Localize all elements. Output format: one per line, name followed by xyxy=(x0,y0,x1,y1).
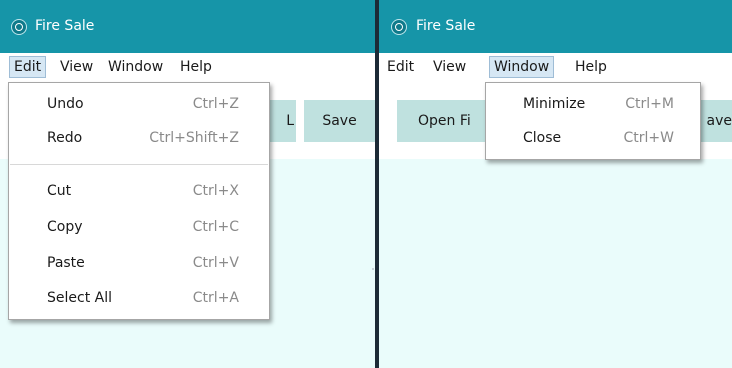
menu-view[interactable]: View xyxy=(429,56,470,78)
menu-edit[interactable]: Edit xyxy=(383,56,418,78)
menu-item-shortcut: Ctrl+M xyxy=(625,96,674,112)
menu-item-label: Cut xyxy=(47,183,72,199)
title-bar[interactable]: Fire Sale xyxy=(0,0,375,53)
menu-view[interactable]: View xyxy=(56,56,97,78)
menu-item-copy[interactable]: Copy Ctrl+C xyxy=(9,212,269,242)
save-button[interactable]: Save xyxy=(304,100,375,142)
menu-item-shortcut: Ctrl+Shift+Z xyxy=(149,130,239,146)
window-left: Fire Sale Edit View Window Help L Save U… xyxy=(0,0,375,368)
window-title: Fire Sale xyxy=(35,18,95,34)
menu-item-label: Select All xyxy=(47,290,112,306)
menu-window[interactable]: Window xyxy=(104,56,167,78)
menu-separator xyxy=(10,164,268,165)
menu-item-shortcut: Ctrl+Z xyxy=(192,96,239,112)
menu-item-label: Redo xyxy=(47,130,83,146)
title-bar[interactable]: Fire Sale xyxy=(379,0,732,53)
app-icon xyxy=(391,19,407,35)
edit-menu-dropdown: Undo Ctrl+Z Redo Ctrl+Shift+Z Cut Ctrl+X… xyxy=(8,82,270,320)
menu-item-paste[interactable]: Paste Ctrl+V xyxy=(9,248,269,278)
menu-item-cut[interactable]: Cut Ctrl+X xyxy=(9,176,269,206)
app-icon xyxy=(11,19,27,35)
menu-bar: Edit View Window Help xyxy=(379,53,732,81)
menu-item-close[interactable]: Close Ctrl+W xyxy=(486,123,700,153)
menu-edit[interactable]: Edit xyxy=(9,56,47,78)
menu-help[interactable]: Help xyxy=(176,56,216,78)
menu-item-redo[interactable]: Redo Ctrl+Shift+Z xyxy=(9,123,269,153)
window-right: Fire Sale Edit View Window Help Open Fi … xyxy=(379,0,732,368)
menu-item-select-all[interactable]: Select All Ctrl+A xyxy=(9,283,269,313)
menu-item-shortcut: Ctrl+C xyxy=(192,219,239,235)
window-title: Fire Sale xyxy=(416,18,476,34)
menu-help[interactable]: Help xyxy=(571,56,611,78)
menu-item-label: Close xyxy=(523,130,562,146)
menu-item-shortcut: Ctrl+W xyxy=(623,130,674,146)
menu-window[interactable]: Window xyxy=(489,56,555,78)
window-menu-dropdown: Minimize Ctrl+M Close Ctrl+W xyxy=(485,82,701,160)
menu-item-label: Copy xyxy=(47,219,83,235)
menu-item-undo[interactable]: Undo Ctrl+Z xyxy=(9,89,269,119)
menu-item-shortcut: Ctrl+V xyxy=(192,255,239,271)
menu-item-shortcut: Ctrl+X xyxy=(192,183,239,199)
menu-item-label: Minimize xyxy=(523,96,586,112)
menu-item-shortcut: Ctrl+A xyxy=(192,290,239,306)
menu-bar: Edit View Window Help xyxy=(0,53,375,81)
resize-handle[interactable] xyxy=(372,268,374,270)
menu-item-label: Undo xyxy=(47,96,84,112)
menu-item-minimize[interactable]: Minimize Ctrl+M xyxy=(486,89,700,119)
menu-item-label: Paste xyxy=(47,255,85,271)
